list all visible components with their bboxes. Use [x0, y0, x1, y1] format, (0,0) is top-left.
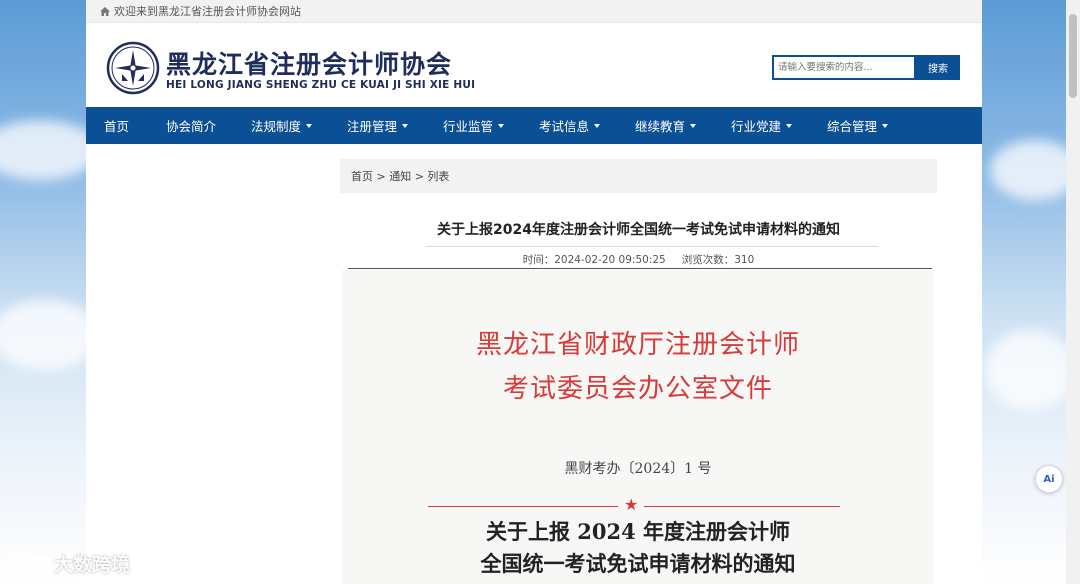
document-red-rule-left	[428, 506, 618, 507]
caret-down-icon	[786, 123, 793, 128]
nav-label: 行业监管	[443, 119, 494, 134]
red-star-icon: ★	[624, 495, 639, 514]
sky-cloud	[0, 120, 100, 180]
ai-assistant-button[interactable]: Ai	[1035, 465, 1063, 493]
caret-down-icon	[882, 123, 889, 128]
nav-item-continuing-education[interactable]: 继续教育	[635, 107, 697, 144]
document-heading-line1: 关于上报 2024 年度注册会计师	[485, 519, 791, 544]
nav-label: 综合管理	[827, 119, 878, 134]
article-title: 关于上报2024年度注册会计师全国统一考试免试申请材料的通知	[437, 222, 840, 238]
sky-cloud	[0, 300, 100, 370]
watermark-text: 大数跨境	[54, 554, 131, 576]
page-scrollbar[interactable]	[1066, 0, 1080, 584]
page-container: 欢迎来到黑龙江省注册会计师协会网站 黑龙江省注册会计师协会 HEI LONG J…	[86, 0, 982, 584]
document-number: 黑财考办〔2024〕1 号	[564, 461, 712, 477]
nav-label: 首页	[104, 119, 130, 134]
publish-time: 时间：2024-02-20 09:50:25	[522, 254, 666, 266]
scrollbar-thumb[interactable]	[1069, 14, 1077, 98]
association-logo[interactable]	[106, 41, 160, 95]
document-heading-line2: 全国统一考试免试申请材料的通知	[480, 551, 796, 576]
nav-item-party-building[interactable]: 行业党建	[731, 107, 793, 144]
site-header: 黑龙江省注册会计师协会 HEI LONG JIANG SHENG ZHU CE …	[86, 23, 982, 107]
search-button[interactable]: 搜索	[916, 55, 960, 80]
site-title-pinyin: HEI LONG JIANG SHENG ZHU CE KUAI JI SHI …	[166, 79, 476, 91]
caret-down-icon	[594, 123, 601, 128]
nav-item-exam-info[interactable]: 考试信息	[539, 107, 601, 144]
ai-badge-label: Ai	[1043, 473, 1055, 485]
caret-down-icon	[306, 123, 313, 128]
watermark-logo-icon	[8, 554, 50, 573]
nav-item-supervision[interactable]: 行业监管	[443, 107, 505, 144]
search-box: 搜索	[772, 55, 960, 80]
breadcrumb-text[interactable]: 首页 > 通知 > 列表	[351, 168, 449, 184]
site-title-chinese: 黑龙江省注册会计师协会	[166, 50, 453, 79]
nav-item-registration[interactable]: 注册管理	[347, 107, 409, 144]
nav-item-about[interactable]: 协会简介	[166, 107, 216, 144]
document-red-rule-right	[644, 506, 840, 507]
nav-item-general-admin[interactable]: 综合管理	[827, 107, 889, 144]
breadcrumb: 首页 > 通知 > 列表	[340, 159, 937, 193]
sky-cloud	[985, 330, 1075, 410]
document-red-header-line2: 考试委员会办公室文件	[502, 374, 773, 404]
nav-label: 考试信息	[539, 119, 590, 134]
nav-item-home[interactable]: 首页	[104, 107, 129, 144]
nav-label: 协会简介	[166, 119, 217, 134]
meta-divider	[348, 268, 932, 269]
search-input[interactable]	[772, 55, 916, 80]
nav-label: 继续教育	[635, 119, 686, 134]
nav-label: 注册管理	[347, 119, 398, 134]
home-icon	[100, 6, 110, 16]
watermark: 大数跨境	[8, 550, 130, 577]
caret-down-icon	[690, 123, 697, 128]
document-image: 黑龙江省财政厅注册会计师 考试委员会办公室文件 黑财考办〔2024〕1 号 ★ …	[342, 270, 934, 584]
caret-down-icon	[402, 123, 409, 128]
title-divider	[426, 246, 878, 247]
document-red-header-line1: 黑龙江省财政厅注册会计师	[475, 330, 800, 360]
view-count: 浏览次数：310	[681, 254, 755, 266]
nav-label: 行业党建	[731, 119, 782, 134]
caret-down-icon	[498, 123, 505, 128]
welcome-text: 欢迎来到黑龙江省注册会计师协会网站	[114, 5, 301, 18]
nav-label: 法规制度	[251, 119, 302, 134]
main-navigation: 首页 协会简介 法规制度 注册管理 行业监管 考试信息 继续教育 行业党建 综合…	[86, 107, 982, 144]
top-welcome-bar: 欢迎来到黑龙江省注册会计师协会网站	[86, 0, 982, 23]
article-meta: 时间：2024-02-20 09:50:25 浏览次数：310	[340, 252, 937, 267]
nav-item-regulations[interactable]: 法规制度	[251, 107, 313, 144]
